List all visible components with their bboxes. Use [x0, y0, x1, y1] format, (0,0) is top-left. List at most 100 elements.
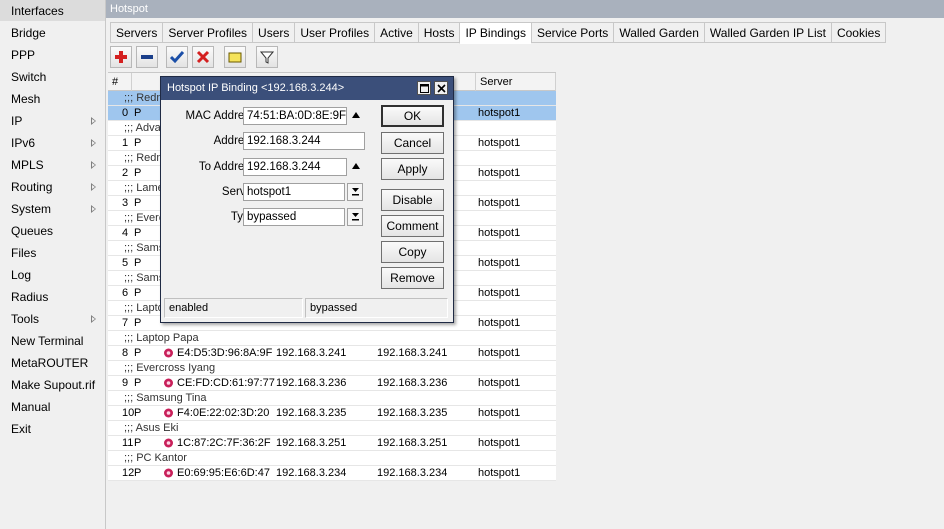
address-input[interactable]: 192.168.3.244 [243, 132, 365, 150]
tab-cookies[interactable]: Cookies [830, 22, 887, 43]
cell-flag: P [134, 467, 142, 479]
remove-button[interactable] [136, 46, 158, 68]
cell-to-address: 192.168.3.241 [377, 347, 448, 359]
cell-server: hotspot1 [478, 377, 521, 389]
apply-button[interactable]: Apply [381, 158, 444, 180]
tab-ip-bindings[interactable]: IP Bindings [459, 22, 531, 44]
table-row[interactable]: 11 P 1C:87:2C:7F:36:2F 192.168.3.251 192.168… [108, 436, 556, 451]
cell-mac-address: E4:D5:3D:96:8A:9F [177, 347, 273, 359]
sidebar-item-mesh[interactable]: Mesh [0, 88, 105, 110]
comment-text: ;;; Sams [124, 242, 165, 254]
column-header-server[interactable]: Server [476, 73, 556, 91]
sidebar-item-exit[interactable]: Exit [0, 418, 105, 440]
sidebar-item-metarouter[interactable]: MetaROUTER [0, 352, 105, 374]
sidebar-item-bridge[interactable]: Bridge [0, 22, 105, 44]
cancel-button[interactable]: Cancel [381, 132, 444, 154]
sidebar-item-ppp[interactable]: PPP [0, 44, 105, 66]
sidebar-item-label: MPLS [11, 158, 44, 172]
comment-text: ;;; Lapto [124, 302, 164, 314]
collapse-up-icon[interactable] [352, 112, 360, 118]
cell-to-address: 192.168.3.234 [377, 467, 448, 479]
plus-icon [115, 51, 127, 63]
sidebar-item-manual[interactable]: Manual [0, 396, 105, 418]
cell-flag: P [134, 257, 142, 269]
sidebar-item-new-terminal[interactable]: New Terminal [0, 330, 105, 352]
ip-binding-dialog: Hotspot IP Binding <192.168.3.244> MAC A… [160, 76, 454, 323]
tab-server-profiles[interactable]: Server Profiles [162, 22, 253, 43]
comment-text: ;;; Asus Eki [124, 422, 179, 434]
type-dropdown-button[interactable] [347, 208, 363, 226]
sidebar-item-system[interactable]: System [0, 198, 105, 220]
submenu-arrow-icon [91, 161, 96, 169]
sidebar-item-interfaces[interactable]: Interfaces [0, 0, 105, 22]
maximize-icon [420, 84, 429, 93]
comment-text: ;;; Samsung Tina [124, 392, 207, 404]
copy-button[interactable]: Copy [381, 241, 444, 263]
tab-bar: Servers Server Profiles Users User Profi… [110, 22, 887, 44]
enable-button[interactable] [166, 46, 188, 68]
column-header-num[interactable]: # [108, 73, 132, 91]
filter-button[interactable] [256, 46, 278, 68]
sidebar-item-log[interactable]: Log [0, 264, 105, 286]
collapse-up-icon[interactable] [352, 163, 360, 169]
sidebar-item-label: New Terminal [11, 334, 84, 348]
sidebar-item-files[interactable]: Files [0, 242, 105, 264]
tab-service-ports[interactable]: Service Ports [530, 22, 614, 43]
tab-servers[interactable]: Servers [110, 22, 163, 43]
sidebar-item-label: Routing [11, 180, 53, 194]
sidebar-item-mpls[interactable]: MPLS [0, 154, 105, 176]
server-dropdown-button[interactable] [347, 183, 363, 201]
sidebar-item-radius[interactable]: Radius [0, 286, 105, 308]
cell-num: 2 [122, 167, 129, 179]
sidebar-item-label: Queues [11, 224, 54, 238]
mac-address-input[interactable]: 74:51:BA:0D:8E:9F [243, 107, 347, 125]
sidebar-item-ip[interactable]: IP [0, 110, 105, 132]
disable-binding-button[interactable]: Disable [381, 189, 444, 211]
tab-hosts[interactable]: Hosts [417, 22, 460, 43]
comment-button[interactable] [224, 46, 246, 68]
sidebar-item-ipv6[interactable]: IPv6 [0, 132, 105, 154]
sidebar-item-make-supout[interactable]: Make Supout.rif [0, 374, 105, 396]
to-address-input[interactable]: 192.168.3.244 [243, 158, 347, 176]
comment-row[interactable]: ;;; Asus Eki [108, 421, 556, 436]
comment-row[interactable]: ;;; PC Kantor [108, 451, 556, 466]
sidebar-item-label: MetaROUTER [11, 356, 89, 370]
cell-server: hotspot1 [478, 197, 521, 209]
table-row[interactable]: 9 P CE:FD:CD:61:97:77 192.168.3.236 192.168.… [108, 376, 556, 391]
disable-button[interactable] [192, 46, 214, 68]
table-row[interactable]: 10 P F4:0E:22:02:3D:20 192.168.3.235 192.168… [108, 406, 556, 421]
sidebar-item-switch[interactable]: Switch [0, 66, 105, 88]
sidebar-item-queues[interactable]: Queues [0, 220, 105, 242]
comment-row[interactable]: ;;; Laptop Papa [108, 331, 556, 346]
table-row[interactable]: 8 P E4:D5:3D:96:8A:9F 192.168.3.241 192.168.… [108, 346, 556, 361]
close-button[interactable] [434, 81, 448, 95]
tab-user-profiles[interactable]: User Profiles [294, 22, 375, 43]
cell-server: hotspot1 [478, 437, 521, 449]
type-select[interactable]: bypassed [243, 208, 345, 226]
cell-address: 192.168.3.235 [276, 407, 347, 419]
tab-walled-garden[interactable]: Walled Garden [613, 22, 704, 43]
dialog-titlebar[interactable]: Hotspot IP Binding <192.168.3.244> [161, 77, 453, 100]
comment-binding-button[interactable]: Comment [381, 215, 444, 237]
add-button[interactable] [110, 46, 132, 68]
comment-text: ;;; Laptop Papa [124, 332, 199, 344]
table-row[interactable]: 12 P E0:69:95:E6:6D:47 192.168.3.234 192.168… [108, 466, 556, 481]
tab-active[interactable]: Active [374, 22, 418, 43]
x-icon [196, 50, 210, 64]
sidebar-menu: Interfaces Bridge PPP Switch Mesh IP IPv… [0, 0, 106, 529]
comment-row[interactable]: ;;; Evercross Iyang [108, 361, 556, 376]
sidebar-item-routing[interactable]: Routing [0, 176, 105, 198]
tab-walled-garden-ip-list[interactable]: Walled Garden IP List [703, 22, 831, 43]
sidebar-item-label: IP [11, 114, 23, 128]
host-icon [164, 378, 173, 388]
tab-users[interactable]: Users [252, 22, 295, 43]
ok-button[interactable]: OK [381, 105, 444, 127]
maximize-button[interactable] [417, 81, 431, 95]
sidebar-item-tools[interactable]: Tools [0, 308, 105, 330]
minus-icon [141, 55, 153, 59]
window-title: Hotspot [106, 0, 944, 18]
server-select[interactable]: hotspot1 [243, 183, 345, 201]
remove-binding-button[interactable]: Remove [381, 267, 444, 289]
sidebar-item-label: Files [11, 246, 37, 260]
comment-row[interactable]: ;;; Samsung Tina [108, 391, 556, 406]
